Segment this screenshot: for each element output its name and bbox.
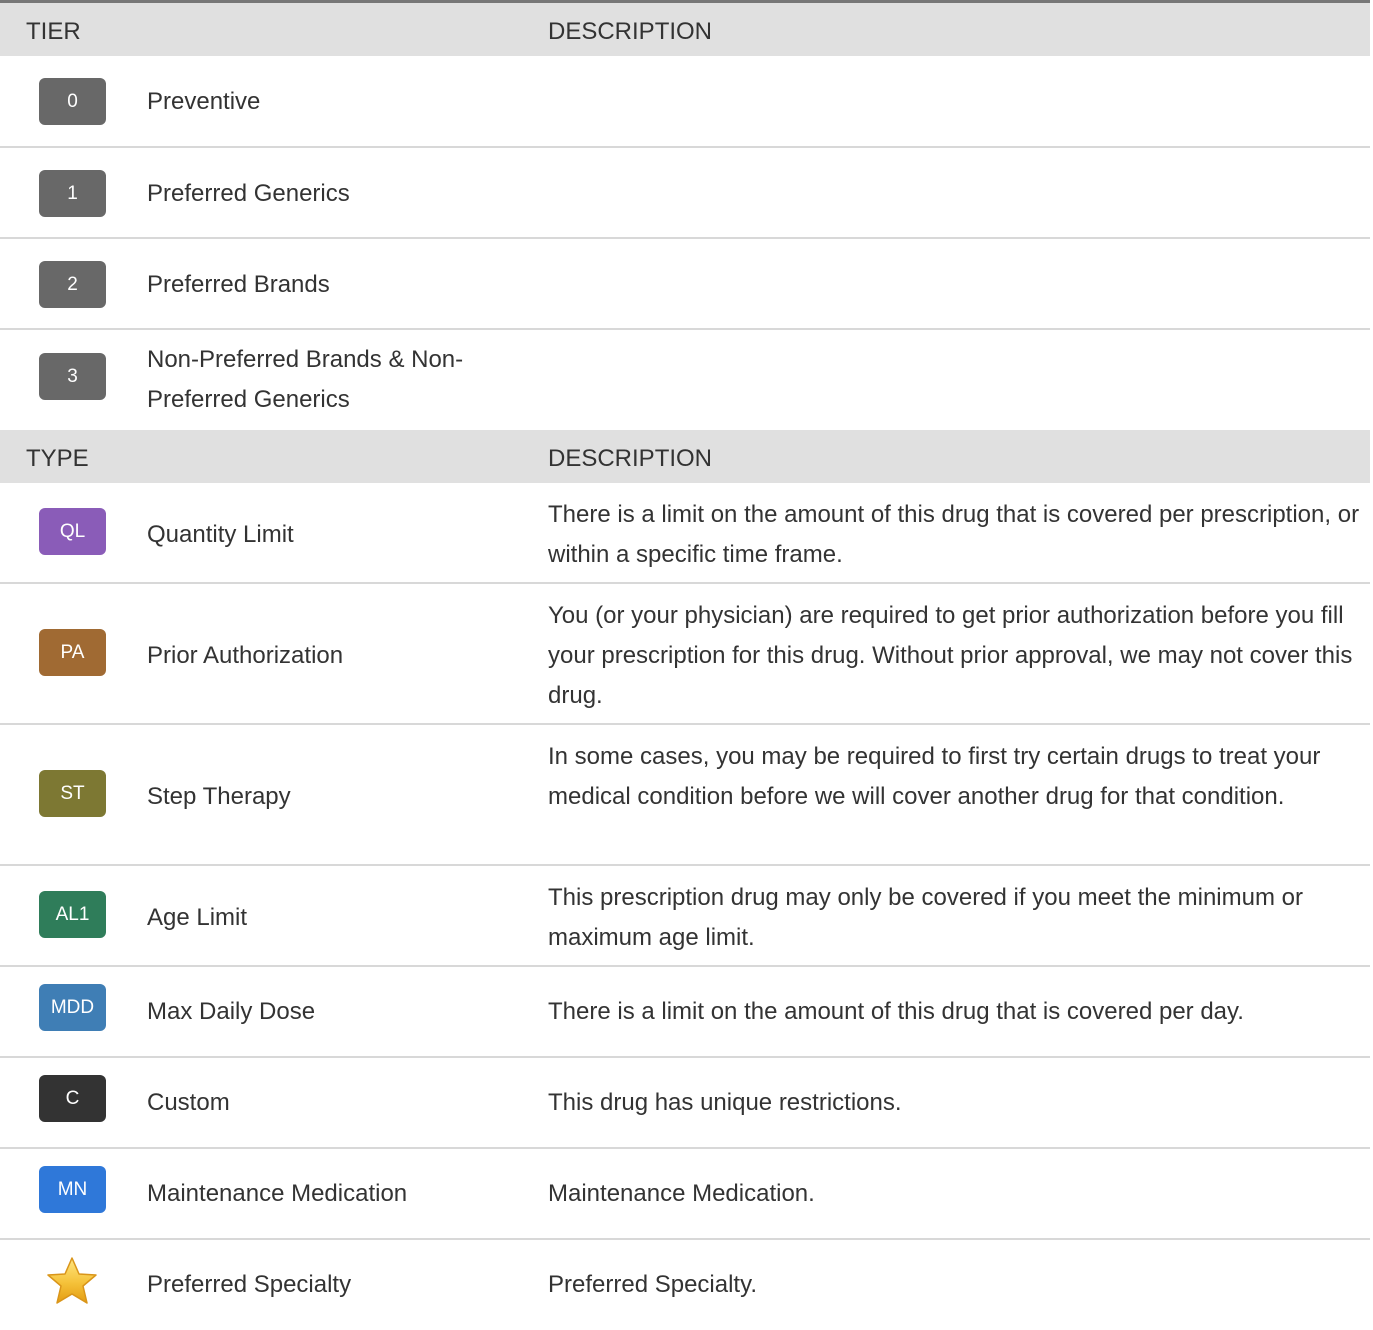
type-column-header: TYPE [26, 445, 89, 472]
tier-label-line-2: Preferred Generics [147, 386, 350, 413]
type-description: Preferred Specialty. [548, 1271, 757, 1298]
type-label: Maintenance Medication [147, 1180, 408, 1207]
tier-description-column-header: DESCRIPTION [548, 18, 713, 45]
type-description: There is a limit on the amount of this d… [548, 998, 1244, 1025]
tier-row-3: 3 Non-Preferred Brands & Non- Preferred … [0, 330, 1370, 430]
type-description: Maintenance Medication. [548, 1180, 815, 1207]
tier-badge: 2 [39, 261, 106, 308]
tier-label-line-1: Non-Preferred Brands & Non- [147, 346, 464, 373]
star-icon [44, 1255, 100, 1314]
type-description: You (or your physician) are required to … [548, 602, 1353, 709]
tier-header-row: TIER DESCRIPTION [0, 3, 1370, 56]
type-label: Custom [147, 1089, 230, 1116]
type-label: Step Therapy [147, 783, 291, 810]
maintenance-medication-badge: MN [39, 1166, 106, 1213]
tier-row-1: 1 Preferred Generics [0, 148, 1370, 239]
tier-column-header: TIER [26, 18, 81, 45]
tier-label: Preventive [147, 88, 261, 115]
quantity-limit-badge: QL [39, 508, 106, 555]
type-row-custom: C Custom This drug has unique restrictio… [0, 1058, 1370, 1149]
type-label: Preferred Specialty [147, 1271, 352, 1298]
custom-badge: C [39, 1075, 106, 1122]
drug-legend-table: TIER DESCRIPTION 0 Preventive 1 Preferre… [0, 0, 1370, 1330]
type-label: Quantity Limit [147, 521, 294, 548]
tier-badge: 1 [39, 170, 106, 217]
tier-label: Non-Preferred Brands & Non- Preferred Ge… [147, 340, 463, 420]
tier-badge: 0 [39, 78, 106, 125]
type-label: Max Daily Dose [147, 998, 316, 1025]
type-row-preferred-specialty: Preferred Specialty Preferred Specialty. [0, 1240, 1370, 1330]
type-description: There is a limit on the amount of this d… [548, 501, 1360, 568]
type-row-al1: AL1 Age Limit This prescription drug may… [0, 866, 1370, 967]
age-limit-badge: AL1 [39, 891, 106, 938]
tier-row-2: 2 Preferred Brands [0, 239, 1370, 330]
max-daily-dose-badge: MDD [39, 984, 106, 1031]
tier-row-0: 0 Preventive [0, 56, 1370, 148]
tier-label: Preferred Generics [147, 180, 350, 207]
type-row-mdd: MDD Max Daily Dose There is a limit on t… [0, 967, 1370, 1058]
type-row-ql: QL Quantity Limit There is a limit on th… [0, 483, 1370, 584]
type-header-row: TYPE DESCRIPTION [0, 430, 1370, 483]
type-label: Prior Authorization [147, 642, 344, 669]
type-label: Age Limit [147, 904, 248, 931]
type-description: This drug has unique restrictions. [548, 1089, 902, 1116]
step-therapy-badge: ST [39, 770, 106, 817]
type-description-column-header: DESCRIPTION [548, 445, 713, 472]
type-description: This prescription drug may only be cover… [548, 884, 1303, 951]
type-row-pa: PA Prior Authorization You (or your phys… [0, 584, 1370, 725]
type-description: In some cases, you may be required to fi… [548, 743, 1321, 810]
tier-label: Preferred Brands [147, 271, 330, 298]
prior-authorization-badge: PA [39, 629, 106, 676]
type-row-mn: MN Maintenance Medication Maintenance Me… [0, 1149, 1370, 1240]
type-row-st: ST Step Therapy In some cases, you may b… [0, 725, 1370, 866]
tier-badge: 3 [39, 353, 106, 400]
